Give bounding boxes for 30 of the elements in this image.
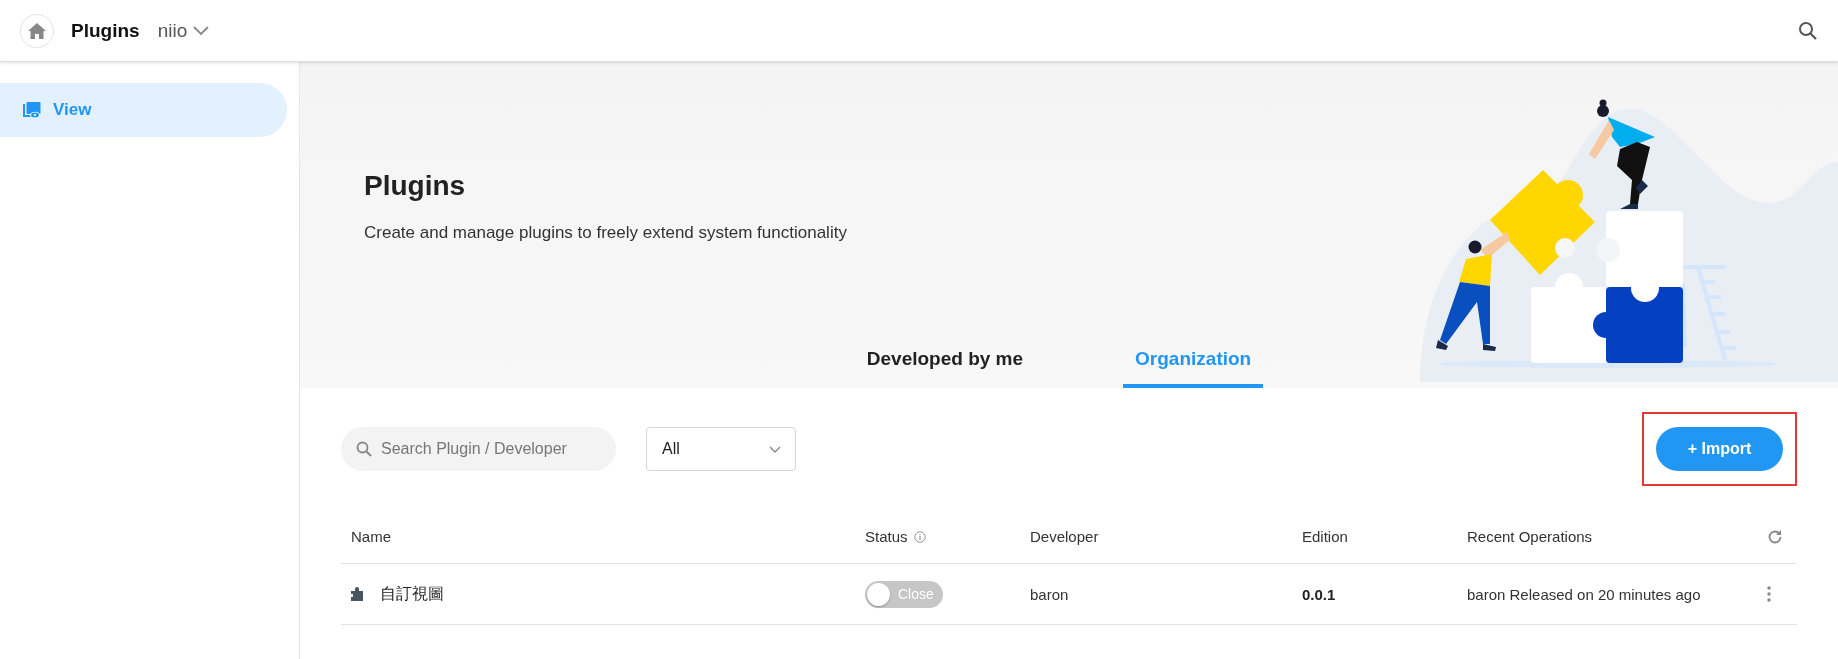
info-icon xyxy=(913,530,926,543)
hero-title: Plugins xyxy=(364,170,467,202)
column-header: Name xyxy=(351,528,391,545)
column-header: Edition xyxy=(1302,528,1348,545)
tab[interactable]: Developed by me xyxy=(854,348,1036,388)
home-button[interactable] xyxy=(20,13,54,48)
import-button[interactable]: + Import xyxy=(1656,427,1783,471)
more-icon[interactable] xyxy=(1767,586,1771,602)
view-icon xyxy=(23,101,41,119)
puzzle-icon xyxy=(351,587,365,601)
table-cell: 0.0.1 xyxy=(1302,585,1336,603)
workspace-dropdown[interactable]: niio xyxy=(157,19,210,42)
search-field[interactable]: Search Plugin / Developer xyxy=(341,427,616,471)
home-icon xyxy=(28,22,46,39)
chevron-down-icon xyxy=(769,445,781,453)
tab[interactable]: Organization xyxy=(1123,348,1264,388)
plugin-name: 自訂視圖 xyxy=(380,583,444,604)
search-icon[interactable] xyxy=(1798,20,1818,41)
table-cell: baron xyxy=(1030,585,1069,603)
refresh-icon[interactable] xyxy=(1767,528,1783,545)
page-title: Plugins xyxy=(71,19,140,42)
status-toggle[interactable]: Close xyxy=(865,580,943,608)
filter-dropdown[interactable]: All xyxy=(646,427,796,471)
table-cell: baron Released on 20 minutes ago xyxy=(1467,585,1701,603)
column-header: Recent Operations xyxy=(1467,528,1593,545)
column-header: Developer xyxy=(1030,528,1099,545)
sidebar-item[interactable]: View xyxy=(0,83,287,137)
chevron-down-icon xyxy=(193,25,210,36)
hero-subtitle: Create and manage plugins to freely extend system functionality xyxy=(364,223,848,243)
column-header: Status xyxy=(865,528,908,545)
